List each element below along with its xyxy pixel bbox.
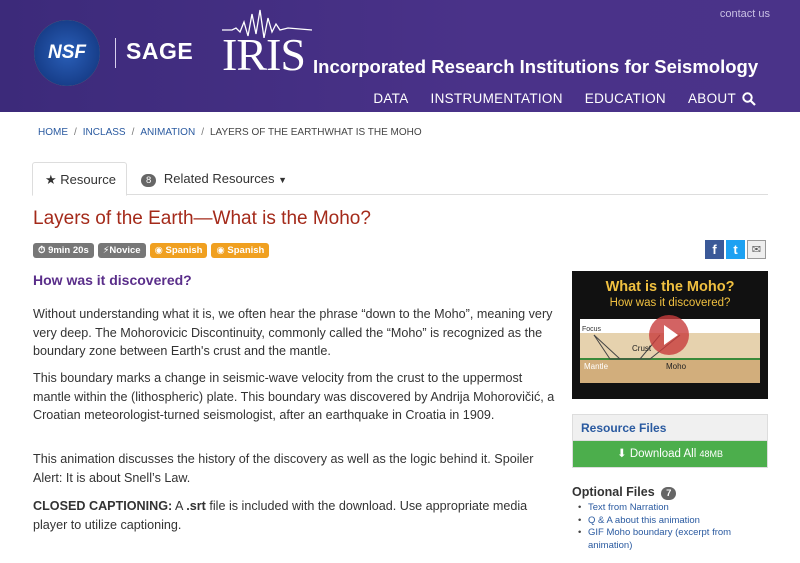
- clock-icon: ⏱: [38, 245, 46, 256]
- paragraph-1: Without understanding what it is, we oft…: [33, 307, 553, 358]
- nav-data[interactable]: DATA: [373, 91, 408, 106]
- optional-files-count: 7: [661, 487, 677, 500]
- main-nav: DATA INSTRUMENTATION EDUCATION ABOUT: [373, 91, 736, 106]
- search-icon[interactable]: [742, 92, 756, 106]
- optional-file-item[interactable]: Q & A about this animation: [578, 515, 768, 528]
- globe-icon: ◉: [216, 245, 225, 256]
- video-label-focus: Focus: [582, 326, 602, 333]
- download-size: 48MB: [699, 449, 724, 459]
- paragraph-3: This animation discusses the history of …: [33, 452, 534, 485]
- optional-files-label: Optional Files: [572, 485, 655, 499]
- tab-related-label: Related Resources: [163, 171, 275, 186]
- section-subheading: How was it discovered?: [33, 272, 192, 288]
- level-text: Novice: [109, 245, 141, 256]
- star-icon: ★: [45, 172, 57, 187]
- video-player[interactable]: What is the Moho? How was it discovered?…: [572, 271, 768, 399]
- share-buttons: f t ✉: [705, 240, 766, 259]
- breadcrumb-home[interactable]: HOME: [38, 127, 68, 138]
- play-icon[interactable]: [649, 315, 689, 355]
- cc-pre: A: [172, 499, 187, 513]
- optional-files-heading: Optional Files 7: [572, 485, 680, 500]
- resource-files-panel: Resource Files ⬇ Download All 48MB: [572, 414, 768, 468]
- caret-down-icon: ▼: [278, 175, 288, 185]
- resource-tabs: ★ Resource 8 Related Resources ▼: [32, 162, 768, 196]
- language-badge-2[interactable]: ◉ Spanish: [211, 243, 270, 258]
- iris-full-name: Incorporated Research Institutions for S…: [313, 56, 759, 77]
- breadcrumb-inclass[interactable]: INCLASS: [83, 127, 126, 138]
- resource-files-heading: Resource Files: [573, 415, 767, 441]
- video-title: What is the Moho?: [605, 279, 735, 295]
- video-subtitle: How was it discovered?: [609, 297, 731, 309]
- breadcrumb-current: LAYERS OF THE EARTHWHAT IS THE MOHO: [209, 127, 422, 138]
- video-label-mantle: Mantle: [584, 362, 609, 371]
- resource-tags: ⏱ 9min 20s ⚡Novice ◉ Spanish ◉ Spanish: [33, 243, 270, 258]
- duration-badge: ⏱ 9min 20s: [33, 243, 94, 258]
- twitter-icon[interactable]: t: [726, 240, 745, 259]
- related-count-badge: 8: [141, 174, 157, 187]
- tab-resource-label: Resource: [60, 172, 116, 187]
- download-label: Download All: [629, 448, 697, 460]
- iris-logo[interactable]: IRIS: [222, 28, 306, 81]
- breadcrumb-sep: /: [201, 127, 204, 138]
- video-label-moho: Moho: [666, 362, 687, 371]
- tab-related-resources[interactable]: 8 Related Resources ▼: [141, 171, 287, 187]
- video-label-crust: Crust: [632, 344, 652, 353]
- breadcrumb-animation[interactable]: ANIMATION: [140, 127, 195, 138]
- sage-logo[interactable]: SAGE: [126, 38, 193, 65]
- email-icon[interactable]: ✉: [747, 240, 766, 259]
- page-title: Layers of the Earth—What is the Moho?: [33, 208, 371, 229]
- facebook-icon[interactable]: f: [705, 240, 724, 259]
- cc-label: CLOSED CAPTIONING:: [33, 499, 173, 513]
- language-badge-1[interactable]: ◉ Spanish: [149, 243, 208, 258]
- closed-captioning-note: CLOSED CAPTIONING: A .srt file is includ…: [33, 497, 558, 534]
- language-text: Spanish: [227, 245, 265, 256]
- nav-about[interactable]: ABOUT: [688, 91, 736, 106]
- contact-us-link[interactable]: contact us: [720, 8, 770, 20]
- breadcrumb-sep: /: [74, 127, 77, 138]
- breadcrumb-sep: /: [131, 127, 135, 138]
- language-text: Spanish: [165, 245, 203, 256]
- download-all-button[interactable]: ⬇ Download All 48MB: [573, 441, 767, 467]
- nsf-logo-text: NSF: [48, 42, 86, 63]
- cc-ext: .srt: [186, 499, 206, 513]
- level-badge: ⚡Novice: [97, 243, 146, 258]
- optional-file-item[interactable]: Text from Narration: [578, 502, 768, 515]
- nav-education[interactable]: EDUCATION: [585, 91, 666, 106]
- nav-instrumentation[interactable]: INSTRUMENTATION: [431, 91, 563, 106]
- optional-files-list: Text from Narration Q & A about this ani…: [578, 502, 768, 552]
- logo-divider: [115, 38, 116, 68]
- paragraph-2: This boundary marks a change in seismic-…: [33, 371, 555, 422]
- site-header: NSF SAGE IRIS Incorporated Research Inst…: [0, 0, 800, 112]
- download-icon: ⬇: [616, 448, 627, 460]
- duration-text: 9min 20s: [48, 245, 89, 256]
- tab-resource[interactable]: ★ Resource: [32, 162, 127, 196]
- optional-file-item[interactable]: GIF Moho boundary (excerpt from animatio…: [578, 527, 768, 552]
- globe-icon: ◉: [154, 245, 163, 256]
- breadcrumb: HOME / INCLASS / ANIMATION / LAYERS OF T…: [38, 127, 422, 138]
- nsf-logo[interactable]: NSF: [34, 20, 100, 86]
